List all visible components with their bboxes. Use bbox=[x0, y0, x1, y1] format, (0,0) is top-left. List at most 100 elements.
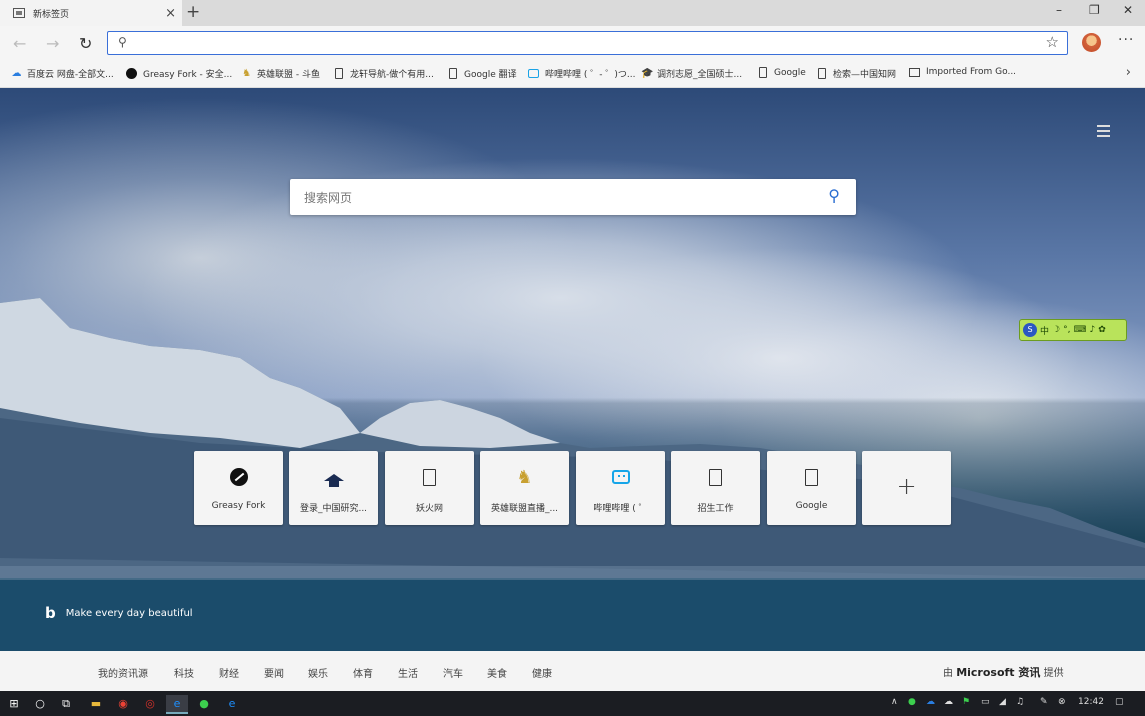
tray-chevron-up-icon[interactable]: ∧ bbox=[891, 697, 898, 707]
bookmark-label: Greasy Fork - 安全... bbox=[143, 70, 233, 80]
volume-icon[interactable]: ♫ bbox=[1016, 697, 1024, 707]
back-arrow-icon[interactable]: ← bbox=[13, 34, 26, 53]
web-search-input[interactable] bbox=[302, 188, 806, 208]
search-icon[interactable]: ⚲ bbox=[828, 186, 840, 205]
navigation-bar: ← → ↻ ⚲ ☆ ··· bbox=[0, 26, 1145, 62]
bookmark-label: Imported From Go... bbox=[926, 67, 1017, 77]
bookmark-item[interactable]: Google bbox=[759, 67, 806, 78]
file-explorer-icon[interactable]: ▬ bbox=[87, 695, 105, 712]
news-tab[interactable]: 娱乐 bbox=[308, 665, 328, 680]
top-site-tile[interactable]: 妖火网 bbox=[385, 451, 474, 525]
document-icon bbox=[805, 468, 818, 486]
bookmark-item[interactable]: 🎓 调剂志愿_全国硕士... bbox=[641, 67, 742, 81]
top-site-tile[interactable]: 哔哩哔哩 ( ゜ bbox=[576, 451, 665, 525]
tile-label: 招生工作 bbox=[697, 504, 734, 514]
search-icon: ⚲ bbox=[118, 35, 127, 49]
flag-icon[interactable]: ⚑ bbox=[962, 697, 970, 707]
news-tab[interactable]: 汽车 bbox=[443, 665, 463, 680]
news-tab[interactable]: 要闻 bbox=[264, 665, 284, 680]
greasyfork-icon bbox=[126, 68, 137, 79]
cloud-tray-icon[interactable]: ☁ bbox=[944, 697, 953, 707]
wechat-icon[interactable]: ● bbox=[195, 695, 213, 712]
title-bar: 新标签页 × + – ❐ ✕ bbox=[0, 0, 1145, 26]
news-tab[interactable]: 体育 bbox=[353, 665, 373, 680]
bilibili-icon bbox=[528, 69, 539, 78]
clock[interactable]: 12:42 bbox=[1078, 697, 1104, 707]
onedrive-icon[interactable]: ☁ bbox=[926, 697, 935, 707]
bookmark-label: 哔哩哔哩 ( ゜- ゜)つ... bbox=[545, 70, 636, 80]
new-tab-button[interactable]: + bbox=[186, 2, 200, 22]
tagline-text: Make every day beautiful bbox=[65, 607, 193, 619]
wechat-tray-icon[interactable]: ● bbox=[908, 697, 916, 707]
battery-icon[interactable]: ▭ bbox=[981, 697, 990, 707]
sync-icon[interactable]: ⊗ bbox=[1058, 697, 1066, 707]
new-tab-page-icon bbox=[13, 8, 25, 18]
profile-avatar[interactable] bbox=[1082, 33, 1101, 52]
bookmark-item[interactable]: Greasy Fork - 安全... bbox=[126, 67, 232, 80]
bookmark-item[interactable]: Google 翻译 bbox=[449, 67, 517, 80]
favorites-bar: ☁ 百度云 网盘-全部文... Greasy Fork - 安全... ♞ 英雄… bbox=[0, 62, 1145, 88]
moon-icon[interactable]: ☽ bbox=[1052, 325, 1060, 335]
address-bar[interactable]: ⚲ ☆ bbox=[107, 31, 1068, 55]
news-tab[interactable]: 健康 bbox=[532, 665, 552, 680]
add-site-tile[interactable]: + bbox=[862, 451, 951, 525]
bookmark-item[interactable]: 哔哩哔哩 ( ゜- ゜)つ... bbox=[528, 67, 635, 80]
edge-icon[interactable]: e bbox=[166, 695, 188, 714]
tile-label: Greasy Fork bbox=[211, 501, 266, 511]
microphone-icon[interactable]: ♪ bbox=[1089, 325, 1095, 335]
provider-brand: Microsoft 资讯 bbox=[956, 666, 1041, 679]
fox-icon: ♞ bbox=[242, 67, 251, 79]
web-search-box[interactable]: ⚲ bbox=[290, 179, 856, 215]
tab-close-button[interactable]: × bbox=[165, 6, 176, 21]
refresh-icon[interactable]: ↻ bbox=[79, 34, 92, 53]
address-input[interactable] bbox=[138, 34, 1022, 54]
news-tab[interactable]: 科技 bbox=[174, 665, 194, 680]
chrome-icon[interactable]: ◉ bbox=[114, 695, 132, 712]
task-view-icon[interactable]: ⧉ bbox=[58, 695, 74, 712]
bookmark-item[interactable]: 龙轩导航-做个有用... bbox=[335, 67, 434, 80]
news-tab[interactable]: 我的资讯源 bbox=[98, 665, 148, 680]
maximize-button[interactable]: ❐ bbox=[1089, 3, 1100, 17]
top-site-tile[interactable]: ♞ 英雄联盟直播_... bbox=[480, 451, 569, 525]
windows-start-icon[interactable]: ⊞ bbox=[6, 695, 22, 712]
provider-prefix: 由 bbox=[943, 668, 953, 679]
chevron-right-icon[interactable]: › bbox=[1126, 65, 1131, 80]
bookmark-folder[interactable]: Imported From Go... bbox=[909, 67, 1016, 77]
bookmark-label: Google 翻译 bbox=[464, 70, 517, 80]
news-tab[interactable]: 美食 bbox=[487, 665, 507, 680]
mountain-landscape bbox=[0, 298, 1145, 651]
favorite-star-icon[interactable]: ☆ bbox=[1046, 33, 1059, 51]
top-site-tile[interactable]: Google bbox=[767, 451, 856, 525]
bookmark-item[interactable]: 检索—中国知网 bbox=[818, 67, 896, 80]
top-site-tile[interactable]: 登录_中国研究... bbox=[289, 451, 378, 525]
news-tab[interactable]: 财经 bbox=[219, 665, 239, 680]
page-settings-menu-icon[interactable] bbox=[1097, 125, 1110, 140]
cortana-icon[interactable]: ○ bbox=[32, 695, 48, 712]
pen-icon[interactable]: ✎ bbox=[1040, 697, 1048, 707]
bing-tagline[interactable]: b Make every day beautiful bbox=[45, 604, 193, 622]
network-icon[interactable]: ◢ bbox=[999, 697, 1006, 707]
forward-arrow-icon[interactable]: → bbox=[46, 34, 59, 53]
gear-icon[interactable]: ✿ bbox=[1098, 325, 1106, 335]
provider-suffix: 提供 bbox=[1043, 668, 1064, 679]
more-options-icon[interactable]: ··· bbox=[1118, 32, 1134, 48]
edge-icon[interactable]: e bbox=[223, 695, 241, 712]
ime-language[interactable]: 中 bbox=[1040, 324, 1049, 337]
top-site-tile[interactable]: 招生工作 bbox=[671, 451, 760, 525]
top-site-tile[interactable]: Greasy Fork bbox=[194, 451, 283, 525]
tile-label: 登录_中国研究... bbox=[299, 504, 368, 514]
close-window-button[interactable]: ✕ bbox=[1123, 3, 1133, 17]
punctuation-icon[interactable]: °, bbox=[1063, 325, 1070, 335]
ime-toolbar[interactable]: S 中 ☽ °, ⌨ ♪ ✿ bbox=[1019, 319, 1127, 341]
active-tab[interactable]: 新标签页 × bbox=[0, 0, 182, 26]
news-tab[interactable]: 生活 bbox=[398, 665, 418, 680]
bookmark-item[interactable]: ♞ 英雄联盟 - 斗鱼 bbox=[241, 67, 320, 81]
fox-icon: ♞ bbox=[516, 466, 533, 488]
news-provider: 由 Microsoft 资讯 提供 bbox=[943, 664, 1064, 680]
minimize-button[interactable]: – bbox=[1056, 3, 1062, 17]
notification-icon[interactable]: ▢ bbox=[1115, 697, 1124, 707]
background-image bbox=[0, 88, 1145, 651]
bookmark-item[interactable]: ☁ 百度云 网盘-全部文... bbox=[11, 67, 114, 81]
record-app-icon[interactable]: ◎ bbox=[141, 695, 159, 712]
keyboard-icon[interactable]: ⌨ bbox=[1073, 325, 1086, 335]
